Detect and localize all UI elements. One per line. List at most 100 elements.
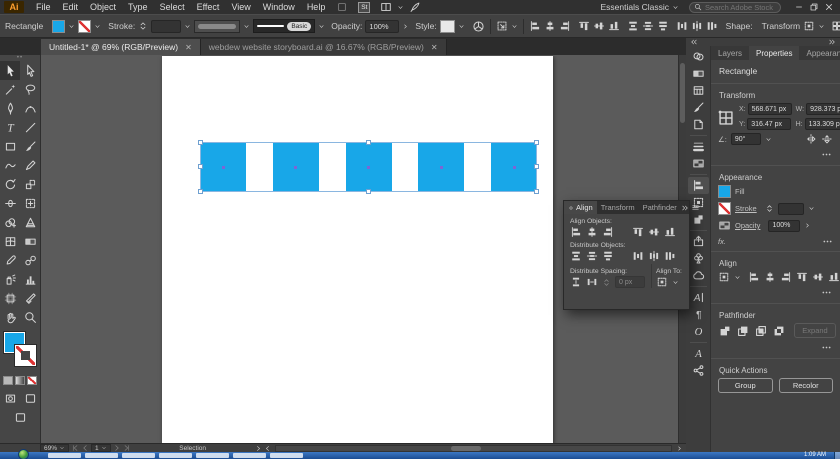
tab-pathfinder[interactable]: Pathfinder [639, 201, 681, 214]
opacity-label[interactable]: Opacity [735, 221, 760, 230]
grid-view-icon[interactable] [831, 20, 840, 32]
menu-edit[interactable]: Edit [57, 2, 85, 12]
show-desktop-button[interactable] [834, 452, 840, 459]
restore-button[interactable] [806, 1, 821, 13]
distribute-bottom-icon[interactable] [657, 20, 669, 32]
mesh-tool[interactable] [0, 232, 20, 251]
menu-object[interactable]: Object [84, 2, 122, 12]
symbols-panel-icon[interactable] [688, 116, 709, 133]
assets-panel-icon[interactable] [688, 250, 709, 267]
rectangle-tool[interactable] [0, 137, 20, 156]
align-vertical-center-icon[interactable] [593, 20, 605, 32]
type-tool[interactable]: T [0, 118, 20, 137]
scroll-right-arrow-icon[interactable] [676, 445, 683, 452]
stroke-color-swatch[interactable] [78, 19, 92, 33]
gradient-panel-icon[interactable] [688, 65, 709, 82]
flip-vertical-icon[interactable] [821, 133, 833, 145]
canvas-rectangle[interactable] [491, 142, 537, 192]
pencil-tool[interactable] [20, 156, 40, 175]
symbol-sprayer-tool[interactable] [0, 270, 20, 289]
angle-field[interactable]: 90° [730, 133, 761, 145]
distribute-vertical-center-icon[interactable] [586, 250, 598, 262]
minimize-button[interactable] [791, 1, 806, 13]
chevron-down-icon[interactable] [818, 23, 825, 30]
recolor-artwork-icon[interactable] [472, 20, 485, 33]
menu-window[interactable]: Window [257, 2, 301, 12]
chevron-down-icon[interactable] [765, 136, 772, 143]
menu-type[interactable]: Type [122, 2, 154, 12]
pathfinder-intersect-icon[interactable] [754, 324, 768, 338]
stroke-weight-stepper-icon[interactable] [765, 204, 774, 213]
transform-label[interactable]: Transform [762, 21, 800, 31]
menu-file[interactable]: File [30, 2, 57, 12]
pathfinder-minus-front-icon[interactable] [736, 324, 750, 338]
align-panel-icon[interactable] [687, 177, 709, 194]
zoom-level-select[interactable]: 69% [40, 444, 70, 452]
fill-color-swatch[interactable] [718, 185, 731, 198]
more-options-icon[interactable] [821, 149, 832, 160]
align-top-icon[interactable] [796, 271, 808, 283]
color-button[interactable] [3, 376, 13, 385]
scrollbar-thumb[interactable] [450, 445, 481, 451]
taskbar-clock[interactable]: 1:09 AM [804, 452, 826, 459]
document-tab-storyboard[interactable]: webdew website storyboard.ai @ 16.67% (R… [200, 39, 447, 55]
share-panel-icon[interactable] [688, 362, 709, 379]
stroke-weight-field[interactable] [151, 19, 182, 33]
scroll-right-icon[interactable] [264, 445, 271, 452]
vertical-space-icon[interactable] [570, 276, 582, 288]
distribute-vertical-center-icon[interactable] [642, 20, 654, 32]
align-top-icon[interactable] [578, 20, 590, 32]
align-vertical-center-icon[interactable] [648, 226, 660, 238]
blend-tool[interactable] [20, 251, 40, 270]
artboard-tool[interactable] [0, 289, 20, 308]
width-tool[interactable] [0, 194, 20, 213]
tab-align[interactable]: Align [564, 201, 597, 214]
flip-horizontal-icon[interactable] [805, 133, 817, 145]
export-panel-icon[interactable] [688, 233, 709, 250]
panel-menu-icon[interactable] [691, 203, 700, 212]
tab-layers[interactable]: Layers [711, 46, 749, 60]
chevron-right-icon[interactable] [402, 23, 409, 30]
taskbar-app-button[interactable] [233, 453, 266, 458]
scrollbar-thumb[interactable] [680, 63, 685, 123]
menu-help[interactable]: Help [301, 2, 332, 12]
align-left-icon[interactable] [529, 20, 541, 32]
align-to-icon[interactable] [656, 276, 668, 288]
close-button[interactable] [821, 1, 836, 13]
search-input[interactable] [705, 2, 777, 12]
group-button[interactable]: Group [718, 378, 773, 393]
document-tab-untitled[interactable]: Untitled-1* @ 69% (RGB/Preview) ✕ [41, 39, 201, 55]
tab-appearance[interactable]: Appearance [799, 46, 840, 60]
eyedropper-tool[interactable] [0, 251, 20, 270]
brush-select[interactable]: Basic [253, 19, 316, 33]
distribute-right-icon[interactable] [706, 20, 718, 32]
collapse-dock-icon[interactable] [828, 38, 836, 46]
align-horizontal-center-icon[interactable] [586, 226, 598, 238]
distribute-right-icon[interactable] [664, 250, 676, 262]
taskbar-app-button[interactable] [122, 453, 155, 458]
canvas-rectangle[interactable] [418, 142, 465, 192]
align-to-icon[interactable] [718, 271, 730, 283]
more-options-icon[interactable] [822, 236, 833, 247]
recolor-button[interactable]: Recolor [778, 378, 833, 393]
chevron-down-icon[interactable] [397, 4, 404, 11]
pathfinder-exclude-icon[interactable] [772, 324, 786, 338]
libraries-panel-icon[interactable] [688, 267, 709, 284]
align-bottom-icon[interactable] [664, 226, 676, 238]
direct-selection-tool[interactable] [20, 61, 40, 80]
curvature-tool[interactable] [20, 99, 40, 118]
chevron-down-icon[interactable] [511, 23, 518, 30]
reference-point-icon[interactable] [717, 106, 735, 130]
character-panel-icon[interactable]: A [688, 289, 709, 306]
chevron-down-icon[interactable] [243, 23, 250, 30]
chevron-down-icon[interactable] [734, 274, 741, 281]
adobe-stock-icon[interactable]: St [358, 1, 371, 13]
perspective-grid-tool[interactable] [20, 213, 40, 232]
chevron-down-icon[interactable] [318, 23, 325, 30]
opacity-field[interactable]: 100% [768, 219, 801, 232]
align-vertical-center-icon[interactable] [812, 271, 824, 283]
pen-tool[interactable] [0, 99, 20, 118]
expand-dock-icon[interactable] [690, 38, 698, 46]
illustrator-logo[interactable]: Ai [4, 1, 24, 13]
paragraph-panel-icon[interactable]: ¶ [688, 306, 709, 323]
